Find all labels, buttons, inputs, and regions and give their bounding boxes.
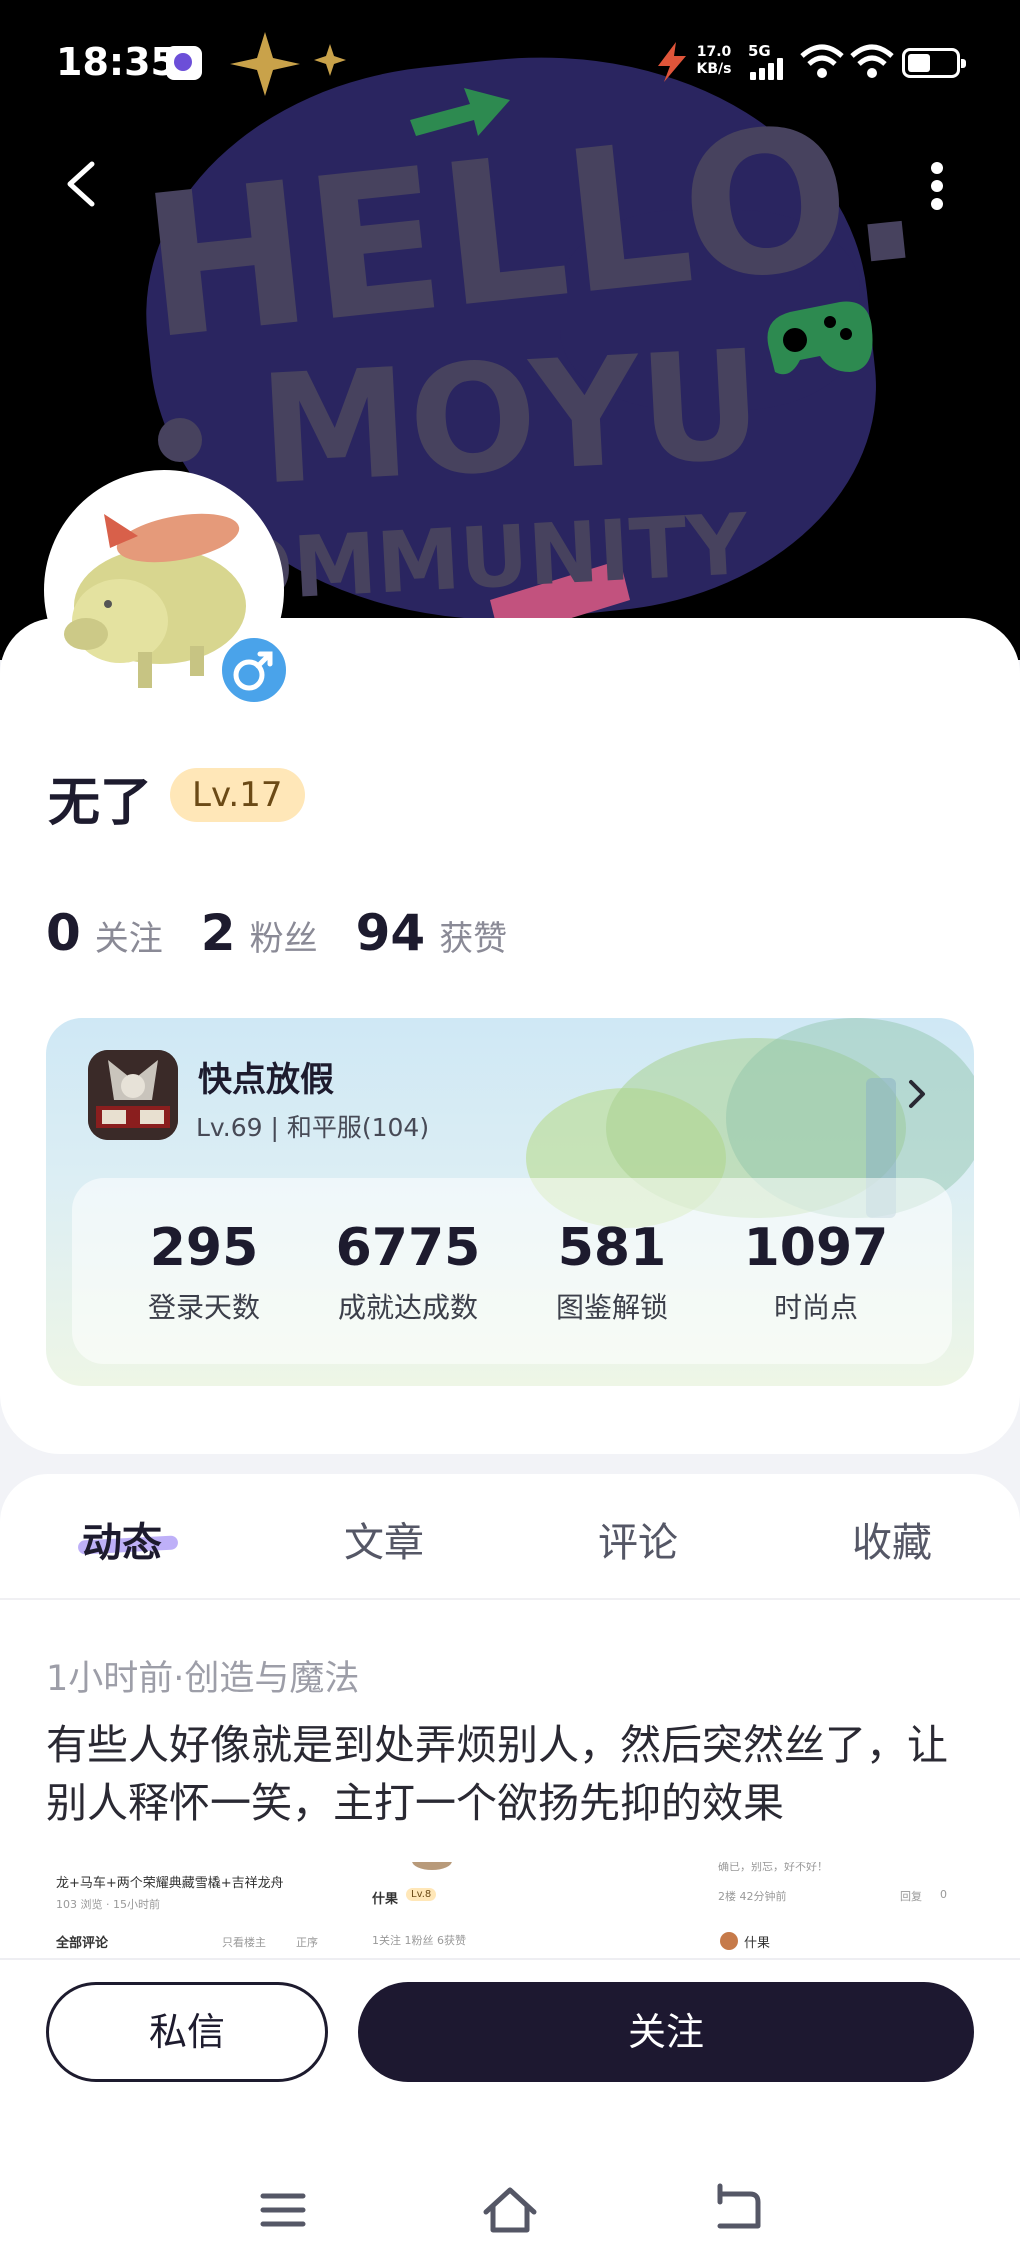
battery-icon	[902, 48, 966, 78]
stat-label: 图鉴解锁	[555, 1291, 668, 1324]
menu-icon[interactable]	[253, 2180, 313, 2240]
chevron-right-icon	[909, 1080, 925, 1108]
stat-label: 时尚点	[773, 1291, 858, 1324]
net-speed-unit: KB/s	[696, 61, 732, 77]
bottom-action-bar: 私信 关注	[0, 1958, 1020, 2267]
stat-achievements: 6775 成就达成数	[306, 1178, 510, 1364]
post-image[interactable]: 什果 Lv.8 1关注 1粉丝 6获赞	[362, 1862, 658, 1958]
message-button[interactable]: 私信	[46, 1982, 328, 2082]
status-time: 18:35	[56, 40, 177, 84]
status-bar: 18:35 17.0 KB/s 5G	[0, 0, 1020, 120]
stat-codex-unlocked: 581 图鉴解锁	[510, 1178, 714, 1364]
thumb-level: Lv.8	[406, 1888, 437, 1901]
thumb-username: 什果	[744, 1936, 771, 1951]
data-speed-icon	[658, 42, 686, 82]
likes-label: 获赞	[439, 919, 508, 959]
followers-count[interactable]: 2	[201, 904, 236, 962]
game-card[interactable]: 快点放假 Lv.69 | 和平服(104) 295 登录天数 6775 成就达成…	[46, 1018, 974, 1386]
thumb-username: 什果	[372, 1892, 399, 1907]
thumb-subtitle: 103 浏览 · 15小时前	[56, 1898, 160, 1911]
signal-icon	[750, 58, 790, 80]
thumb-floor: 2楼 42分钟前	[718, 1890, 787, 1903]
tab-activity[interactable]: 动态	[82, 1510, 162, 1568]
following-label[interactable]: 关注	[95, 911, 163, 960]
male-icon	[233, 651, 273, 691]
tab-favorites[interactable]: 收藏	[852, 1510, 932, 1568]
username: 无了	[48, 773, 153, 833]
thumb-stats: 1关注 1粉丝 6获赞	[372, 1934, 466, 1947]
stat-label: 成就达成数	[337, 1291, 478, 1324]
thumb-text: 确已，别忘，好不好！	[718, 1862, 828, 1873]
thumb-comments-title: 全部评论	[56, 1936, 109, 1951]
thumb-likes: 0	[940, 1888, 947, 1901]
following-count[interactable]: 0	[46, 904, 81, 962]
post-text[interactable]: 有些人好像就是到处弄烦别人，然后突然丝了，让别人释怀一笑，主打一个欲扬先抑的效果	[46, 1716, 986, 1832]
game-name: 快点放假	[198, 1060, 334, 1100]
thumb-filter: 只看楼主	[222, 1936, 266, 1949]
post-image[interactable]: 确已，别忘，好不好！ 2楼 42分钟前 回复 0 什果	[678, 1862, 974, 1958]
thumb-title: 龙+马车+两个荣耀典藏雪橇+吉祥龙舟	[56, 1876, 284, 1891]
avatar	[720, 1932, 738, 1950]
follow-button[interactable]: 关注	[358, 1982, 974, 2082]
back-button[interactable]	[56, 156, 112, 212]
net-speed: 17.0 KB/s	[690, 44, 738, 78]
wifi-icon	[800, 44, 844, 78]
followers-label[interactable]: 粉丝	[250, 911, 318, 960]
game-level-server: Lv.69 | 和平服(104)	[196, 1113, 430, 1142]
post-images[interactable]: 龙+马车+两个荣耀典藏雪橇+吉祥龙舟 103 浏览 · 15小时前 全部评论 只…	[46, 1862, 976, 1958]
stat-value: 6775	[335, 1218, 481, 1278]
thumb-sort: 正序	[296, 1936, 318, 1949]
stat-value: 581	[557, 1218, 667, 1278]
tab-comments[interactable]: 评论	[598, 1510, 678, 1568]
stat-label: 登录天数	[147, 1291, 260, 1324]
banner-moyu-text: MOYU	[256, 318, 766, 518]
post-image[interactable]: 龙+马车+两个荣耀典藏雪橇+吉祥龙舟 103 浏览 · 15小时前 全部评论 只…	[46, 1862, 342, 1958]
wifi-icon	[850, 44, 894, 78]
app-notification-icon	[166, 46, 202, 80]
level-badge: Lv.17	[170, 768, 305, 822]
thumb-reply: 回复	[900, 1890, 922, 1903]
game-stats: 295 登录天数 6775 成就达成数 581 图鉴解锁 1097 时尚点	[72, 1178, 952, 1364]
game-logo-icon	[88, 1050, 178, 1140]
stat-value: 295	[149, 1218, 259, 1278]
gender-badge	[216, 632, 292, 708]
more-options-button[interactable]	[912, 156, 962, 216]
profile-stats: 0 关注 2 粉丝 94 获赞	[46, 904, 545, 962]
stat-value: 1097	[743, 1218, 889, 1278]
home-icon[interactable]	[480, 2180, 540, 2240]
stat-fashion-points: 1097 时尚点	[714, 1178, 918, 1364]
tab-articles[interactable]: 文章	[344, 1510, 424, 1568]
net-speed-value: 17.0	[696, 44, 732, 60]
stat-login-days: 295 登录天数	[102, 1178, 306, 1364]
post-meta[interactable]: 1小时前·创造与魔法	[46, 1650, 359, 1701]
tab-divider	[0, 1598, 1020, 1600]
likes-count: 94	[355, 904, 426, 962]
back-nav-icon[interactable]	[706, 2180, 766, 2240]
